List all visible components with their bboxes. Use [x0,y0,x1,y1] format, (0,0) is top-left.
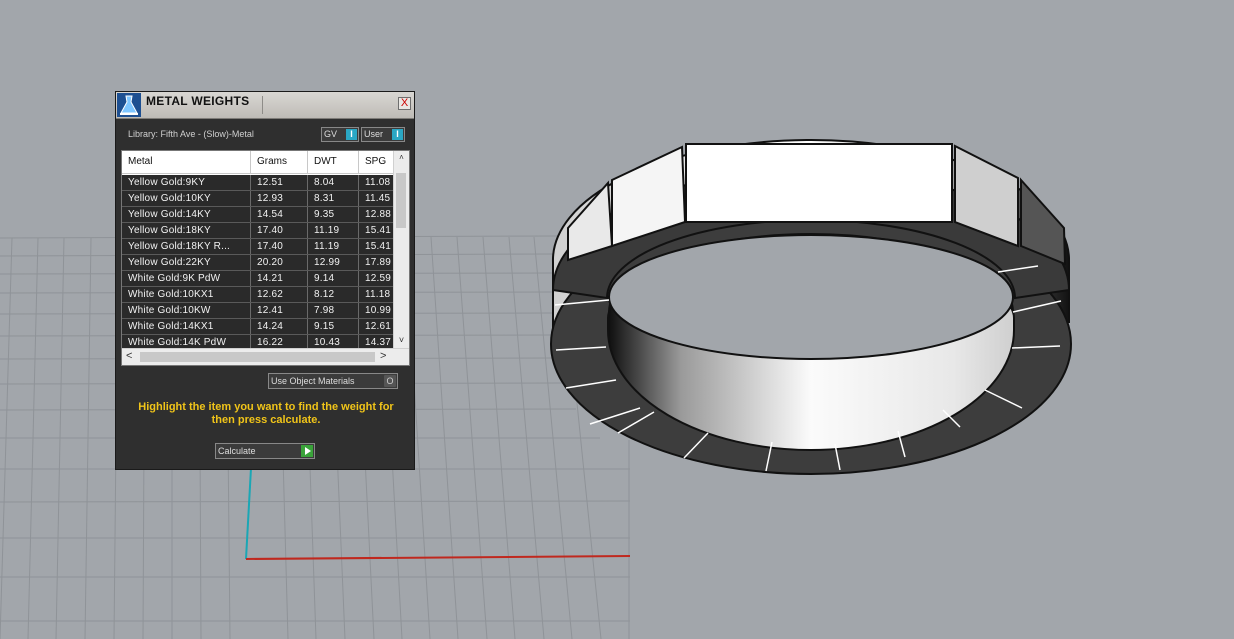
cell-spg: 11.45 [365,193,391,204]
table-row[interactable]: Yellow Gold:18KY R... 17.40 11.19 15.41 [122,239,395,255]
cell-grams: 17.40 [251,223,308,238]
table-row[interactable]: Yellow Gold:9KY 12.51 8.04 11.08 [122,175,395,191]
cell-spg: 17.89 [365,257,392,268]
table-row[interactable]: White Gold:9K PdW 14.21 9.14 12.59 [122,271,395,287]
cell-grams: 14.54 [251,207,308,222]
x-axis-line [245,555,631,560]
title-separator [262,96,263,114]
cell-spg: 11.18 [365,289,391,300]
cell-spg: 12.61 [365,321,392,332]
cell-dwt: 9.35 [308,207,359,222]
flask-logo-icon [117,93,141,117]
cell-metal: Yellow Gold:9KY [122,175,251,190]
ring-model[interactable] [550,138,1072,475]
table-body: Yellow Gold:9KY 12.51 8.04 11.08 Yellow Gold… [122,175,395,351]
library-label: Library: Fifth Ave - (Slow)-Metal [128,129,254,139]
cell-metal: White Gold:10KX1 [122,287,251,302]
table-row[interactable]: Yellow Gold:18KY 17.40 11.19 15.41 [122,223,395,239]
calculate-button[interactable]: Calculate [215,443,315,459]
cell-metal: Yellow Gold:10KY [122,191,251,206]
cell-metal: White Gold:9K PdW [122,271,251,286]
cell-metal: White Gold:10KW [122,303,251,318]
cell-dwt: 8.31 [308,191,359,206]
cell-grams: 14.21 [251,271,308,286]
cell-spg: 15.41 [365,225,392,236]
cell-grams: 17.40 [251,239,308,254]
cell-metal: White Gold:14KX1 [122,319,251,334]
cell-grams: 14.24 [251,319,308,334]
table-row[interactable]: Yellow Gold:14KY 14.54 9.35 12.88 [122,207,395,223]
panel-titlebar[interactable]: METAL WEIGHTS X [116,92,414,119]
cell-spg: 15.41 [365,241,392,252]
cell-dwt: 7.98 [308,303,359,318]
scroll-up-icon[interactable]: ˄ [394,153,409,163]
cell-spg: 12.88 [365,209,392,220]
cell-grams: 12.51 [251,175,308,190]
table-row[interactable]: Yellow Gold:22KY 20.20 12.99 17.89 [122,255,395,271]
column-header-metal[interactable]: Metal [122,151,251,173]
use-object-materials-toggle[interactable]: Use Object Materials O [268,373,398,389]
cell-spg: 12.59 [365,273,392,284]
cell-spg: 10.99 [365,305,392,316]
y-axis-line [245,467,252,560]
instruction-text: Highlight the item you want to find the … [138,401,394,426]
user-toggle[interactable]: User I [361,127,405,142]
calculate-label: Calculate [218,446,256,456]
cell-metal: Yellow Gold:18KY [122,223,251,238]
cell-metal: Yellow Gold:18KY R... [122,239,251,254]
toggle-knob-icon: O [384,375,396,387]
play-icon [301,445,313,457]
cell-dwt: 11.19 [308,223,359,238]
cell-metal: Yellow Gold:14KY [122,207,251,222]
cell-grams: 12.62 [251,287,308,302]
metal-table[interactable]: Metal Grams DWT SPG Yellow Gold:9KY 12.51… [121,150,410,366]
cell-dwt: 8.12 [308,287,359,302]
cell-dwt: 8.04 [308,175,359,190]
close-icon[interactable]: X [398,97,411,110]
table-row[interactable]: White Gold:14KX1 14.24 9.15 12.61 [122,319,395,335]
table-row[interactable]: Yellow Gold:10KY 12.93 8.31 11.45 [122,191,395,207]
cell-dwt: 9.14 [308,271,359,286]
scroll-right-icon[interactable]: > [380,349,386,364]
user-toggle-label: User [364,129,384,139]
cell-spg: 11.08 [365,177,391,188]
gv-toggle-knob: I [346,129,357,140]
cell-dwt: 12.99 [308,255,359,270]
cell-grams: 20.20 [251,255,308,270]
cell-metal: Yellow Gold:22KY [122,255,251,270]
vertical-scrollbar[interactable]: ˄ ˅ [393,151,409,349]
scroll-down-icon[interactable]: ˅ [394,335,409,345]
table-row[interactable]: White Gold:10KX1 12.62 8.12 11.18 [122,287,395,303]
vertical-scroll-thumb[interactable] [396,173,406,228]
gv-toggle-label: GV [324,129,338,139]
column-header-spg[interactable]: SPG [359,151,395,173]
cell-grams: 12.41 [251,303,308,318]
cell-grams: 12.93 [251,191,308,206]
horizontal-scroll-thumb[interactable] [140,352,375,362]
column-header-grams[interactable]: Grams [251,151,308,173]
table-row[interactable]: White Gold:10KW 12.41 7.98 10.99 [122,303,395,319]
table-header: Metal Grams DWT SPG [122,151,395,174]
column-header-dwt[interactable]: DWT [308,151,359,173]
metal-weights-panel: METAL WEIGHTS X Library: Fifth Ave - (Sl… [115,91,415,470]
panel-title: METAL WEIGHTS [146,94,250,108]
gv-toggle[interactable]: GV I [321,127,359,142]
scroll-left-icon[interactable]: < [126,349,132,364]
use-object-materials-label: Use Object Materials [271,376,355,386]
horizontal-scrollbar[interactable]: < > [122,348,409,365]
user-toggle-knob: I [392,129,403,140]
cell-dwt: 11.19 [308,239,359,254]
cell-dwt: 9.15 [308,319,359,334]
